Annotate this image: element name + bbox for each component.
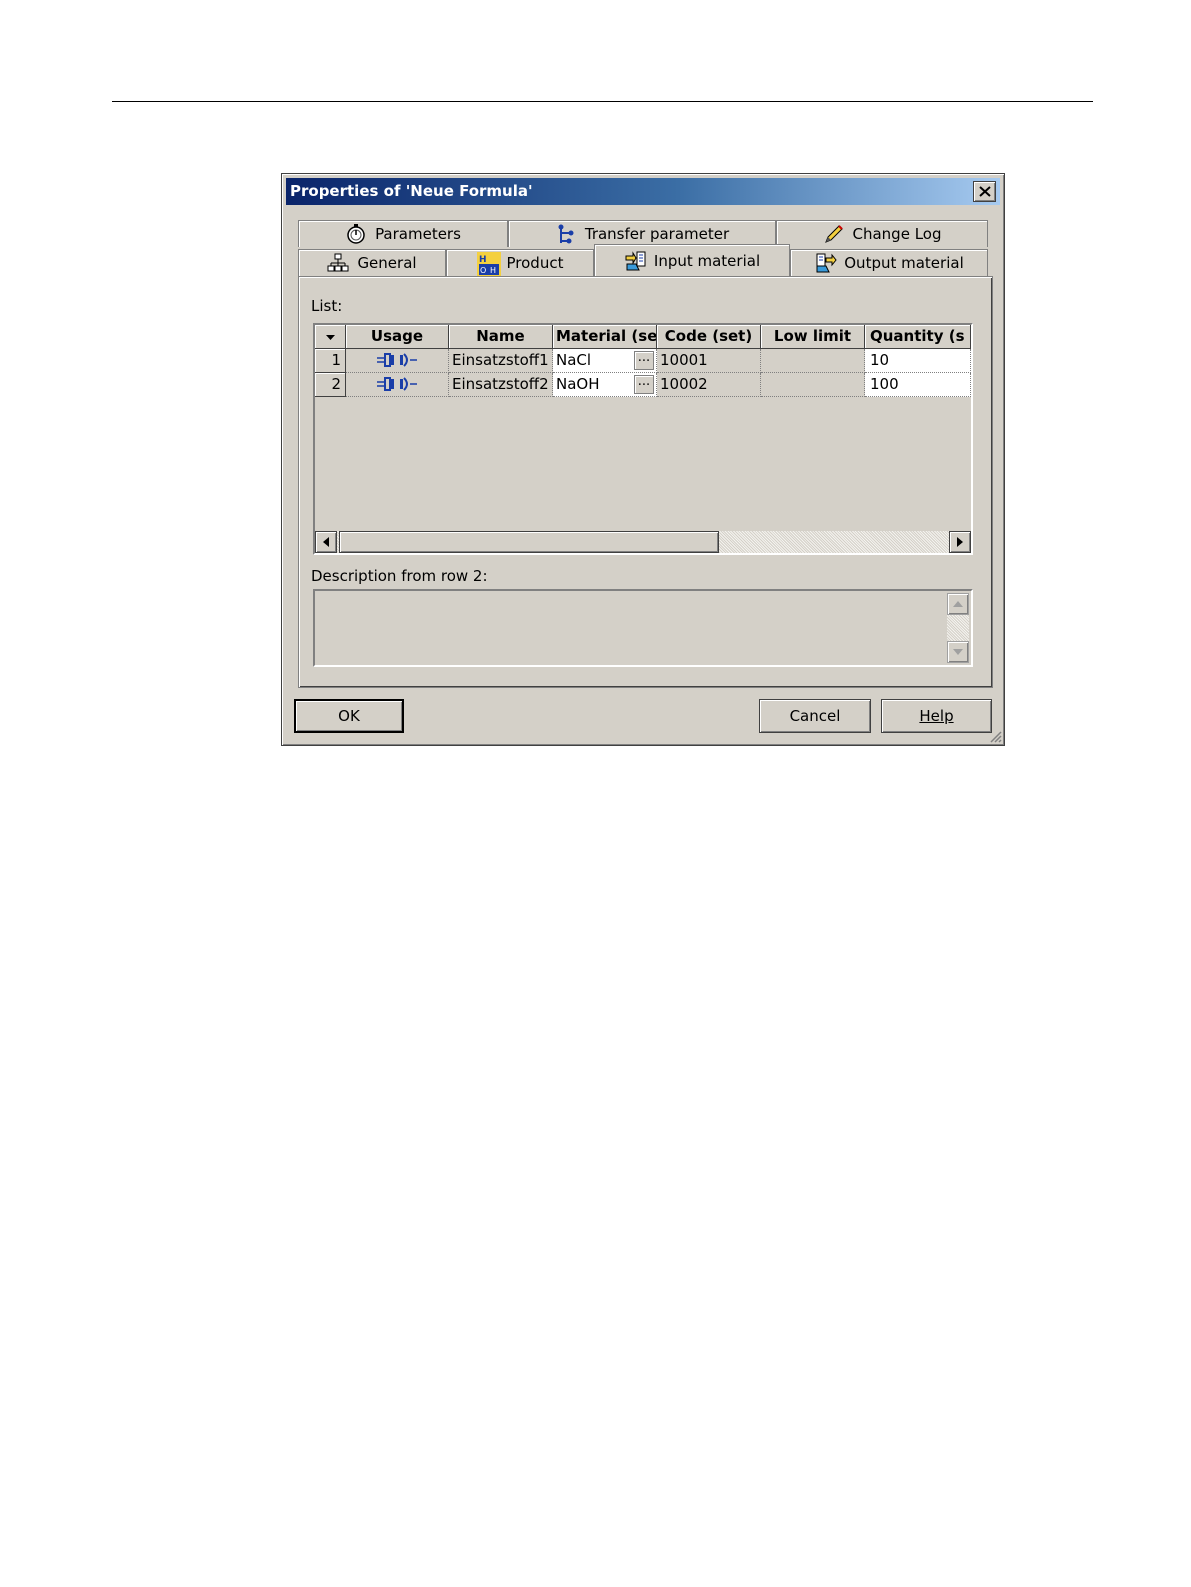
usage-connector-icon bbox=[377, 353, 417, 367]
code-cell[interactable]: 10001 bbox=[657, 349, 761, 373]
usage-cell[interactable] bbox=[346, 349, 449, 373]
resize-grip-icon[interactable] bbox=[988, 729, 1002, 743]
svg-text:O: O bbox=[480, 266, 486, 275]
arrow-up-icon bbox=[953, 601, 963, 607]
dialog-title: Properties of 'Neue Formula' bbox=[290, 182, 533, 200]
quantity-cell[interactable]: 10 bbox=[865, 349, 971, 373]
hierarchy-icon bbox=[327, 252, 349, 274]
column-header-low-limit[interactable]: Low limit bbox=[761, 325, 865, 349]
properties-dialog: Properties of 'Neue Formula' Parameters … bbox=[281, 173, 1005, 746]
tab-product[interactable]: HOH Product bbox=[446, 249, 594, 276]
input-material-panel: List: Usage Name Material (se Code (set)… bbox=[298, 276, 993, 688]
low-limit-cell[interactable] bbox=[761, 373, 865, 397]
vertical-scrollbar[interactable] bbox=[947, 593, 969, 663]
scroll-up-button[interactable] bbox=[947, 593, 969, 615]
tab-label: Input material bbox=[653, 251, 761, 270]
list-label: List: bbox=[311, 297, 343, 315]
usage-connector-icon bbox=[377, 377, 417, 391]
material-cell[interactable]: NaCl ... bbox=[553, 349, 657, 373]
tab-label: General bbox=[357, 254, 417, 272]
tab-label: Output material bbox=[844, 254, 964, 272]
tab-transfer-parameter[interactable]: Transfer parameter bbox=[508, 220, 776, 247]
tab-general[interactable]: General bbox=[298, 249, 446, 276]
svg-text:H: H bbox=[490, 266, 496, 275]
scroll-down-button[interactable] bbox=[947, 641, 969, 663]
tab-input-material[interactable]: Input material bbox=[594, 244, 790, 276]
column-header-usage[interactable]: Usage bbox=[346, 325, 449, 349]
quantity-cell[interactable]: 100 bbox=[865, 373, 971, 397]
description-label: Description from row 2: bbox=[311, 567, 488, 585]
page-header-rule bbox=[112, 101, 1093, 102]
scroll-thumb[interactable] bbox=[339, 531, 719, 553]
arrow-down-icon bbox=[953, 649, 963, 655]
row-number[interactable]: 2 bbox=[315, 373, 346, 397]
grid-corner-dropdown[interactable] bbox=[315, 325, 346, 349]
cancel-button[interactable]: Cancel bbox=[759, 699, 871, 733]
ok-button[interactable]: OK bbox=[294, 699, 404, 733]
tab-label: Product bbox=[506, 254, 564, 272]
material-browse-button[interactable]: ... bbox=[634, 375, 654, 394]
pencil-icon bbox=[823, 223, 845, 245]
column-header-material[interactable]: Material (se bbox=[553, 325, 657, 349]
arrow-left-icon bbox=[323, 537, 329, 547]
description-field[interactable] bbox=[313, 589, 973, 667]
stopwatch-icon bbox=[345, 223, 367, 245]
tab-label: Transfer parameter bbox=[584, 225, 730, 243]
column-header-quantity[interactable]: Quantity (s bbox=[865, 325, 971, 349]
help-button[interactable]: Help bbox=[881, 699, 992, 733]
tab-output-material[interactable]: Output material bbox=[790, 249, 988, 276]
material-value: NaOH bbox=[556, 375, 600, 393]
name-cell[interactable]: Einsatzstoff2 bbox=[449, 373, 553, 397]
title-bar[interactable]: Properties of 'Neue Formula' bbox=[286, 178, 1000, 205]
scroll-right-button[interactable] bbox=[949, 531, 971, 553]
row-number[interactable]: 1 bbox=[315, 349, 346, 373]
svg-text:H: H bbox=[479, 255, 487, 265]
low-limit-cell[interactable] bbox=[761, 349, 865, 373]
material-browse-button[interactable]: ... bbox=[634, 351, 654, 370]
tab-parameters[interactable]: Parameters bbox=[298, 220, 508, 247]
scroll-left-button[interactable] bbox=[315, 531, 337, 553]
column-header-name[interactable]: Name bbox=[449, 325, 553, 349]
input-material-icon bbox=[624, 250, 646, 272]
horizontal-scrollbar[interactable] bbox=[315, 531, 971, 553]
transfer-tree-icon bbox=[555, 223, 577, 245]
material-grid[interactable]: Usage Name Material (se Code (set) Low l… bbox=[313, 323, 973, 555]
close-button[interactable] bbox=[973, 181, 996, 202]
tab-label: Parameters bbox=[375, 225, 461, 243]
tab-label: Change Log bbox=[852, 225, 942, 243]
material-value: NaCl bbox=[556, 351, 592, 369]
help-button-label: Help bbox=[919, 707, 954, 725]
material-cell[interactable]: NaOH ... bbox=[553, 373, 657, 397]
close-icon bbox=[978, 186, 991, 197]
code-cell[interactable]: 10002 bbox=[657, 373, 761, 397]
tab-change-log[interactable]: Change Log bbox=[776, 220, 988, 247]
output-material-icon bbox=[814, 252, 837, 274]
name-cell[interactable]: Einsatzstoff1 bbox=[449, 349, 553, 373]
product-chemical-icon: HOH bbox=[476, 252, 501, 276]
dropdown-arrow-icon bbox=[325, 335, 335, 340]
column-header-code[interactable]: Code (set) bbox=[657, 325, 761, 349]
usage-cell[interactable] bbox=[346, 373, 449, 397]
arrow-right-icon bbox=[957, 537, 963, 547]
